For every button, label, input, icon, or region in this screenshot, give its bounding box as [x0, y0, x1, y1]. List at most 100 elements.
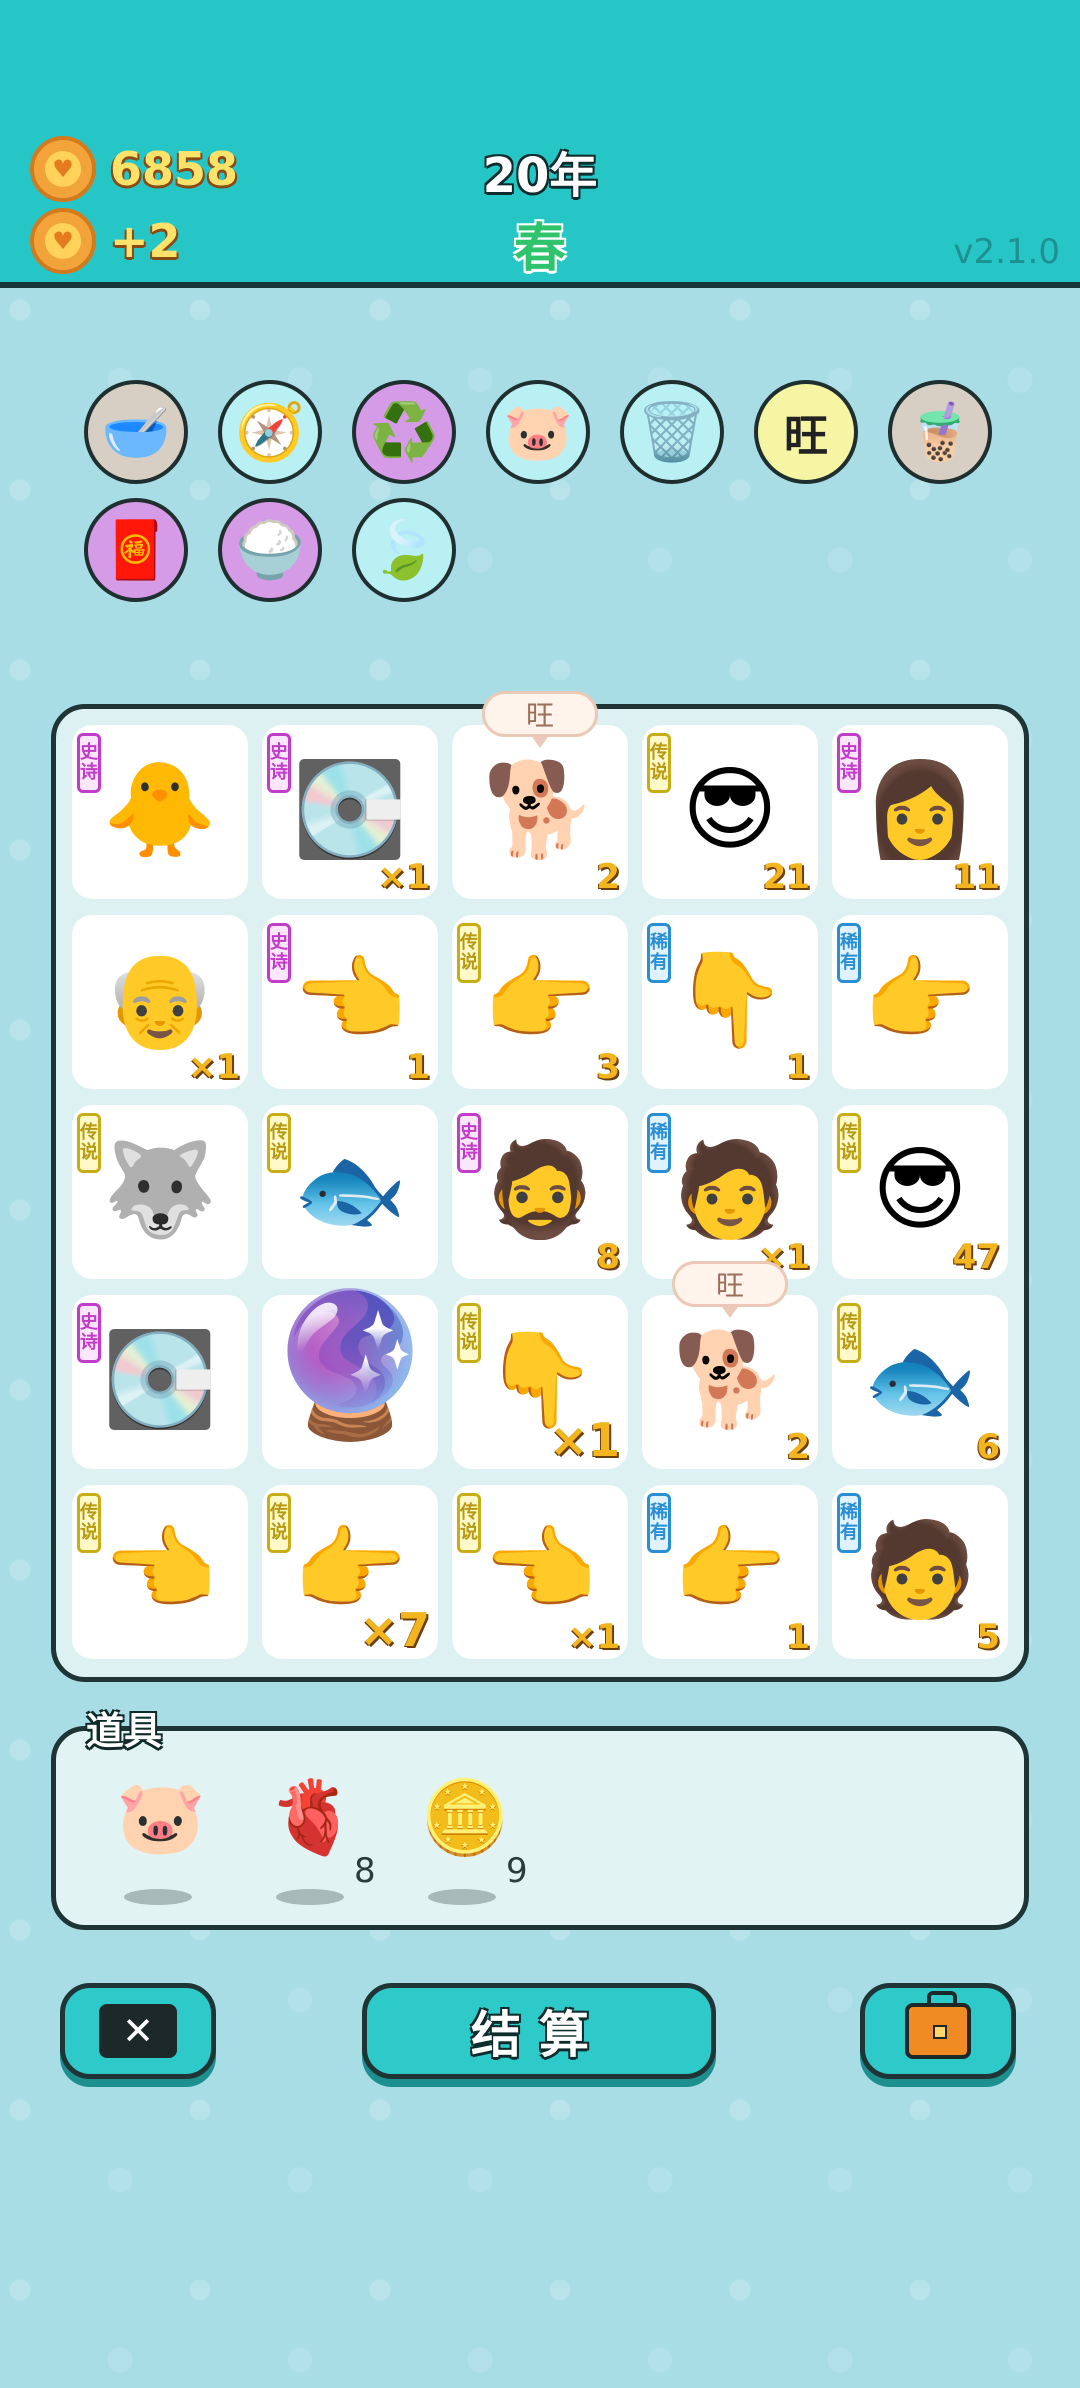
board-cell-yellow-hand-down[interactable]: 👇 传说 ×1	[452, 1295, 628, 1469]
cell-count: 8	[596, 1237, 620, 1277]
rarity-tag: 稀有	[837, 923, 861, 983]
red-envelope-icon[interactable]: 🧧	[84, 498, 188, 602]
cell-count: 21	[762, 857, 810, 897]
cell-count: 1	[786, 1047, 810, 1087]
cell-count: 1	[406, 1047, 430, 1087]
garbage-bag-icon[interactable]: 🗑️	[620, 380, 724, 484]
settle-label: 结算	[471, 2006, 607, 2064]
piggy-bank-icon: 🐷	[116, 1775, 206, 1859]
briefcase-icon	[905, 1991, 971, 2059]
close-icon: ✕	[99, 2004, 177, 2058]
cell-count: ×7	[359, 1603, 430, 1657]
wang-text-icon[interactable]: 旺	[754, 380, 858, 484]
rarity-tag: 传说	[457, 1303, 481, 1363]
items-panel: 🐷 🫀 8 🪙 9	[51, 1726, 1029, 1930]
cell-count: 6	[976, 1427, 1000, 1467]
recycle-icon[interactable]: ♻️	[352, 380, 456, 484]
rarity-tag: 史诗	[457, 1113, 481, 1173]
rarity-tag: 传说	[267, 1493, 291, 1553]
cell-count: ×1	[187, 1047, 240, 1087]
piggy-bank-item[interactable]: 🐷	[106, 1775, 216, 1905]
rice-bowl-icon[interactable]: 🍚	[218, 498, 322, 602]
rarity-tag: 稀有	[837, 1493, 861, 1553]
compass-icon[interactable]: 🧭	[218, 380, 322, 484]
backpack-button[interactable]	[860, 1983, 1016, 2079]
board-cell-bucket-hat-man-2[interactable]: 🧑 稀有 5	[832, 1485, 1008, 1659]
husky-dog-icon: 🐕	[482, 756, 598, 863]
cell-count: ×1	[567, 1617, 620, 1657]
board-cell-gacha-capsule[interactable]: 🔮	[262, 1295, 438, 1469]
piggy-bank-icon[interactable]: 🐷	[486, 380, 590, 484]
dollar-coin-icon: 🪙	[420, 1775, 510, 1859]
items-title: 道具	[86, 1709, 163, 1753]
board-cell-braided-girl[interactable]: 👩 史诗 11	[832, 725, 1008, 899]
rarity-tag: 史诗	[77, 1303, 101, 1363]
cell-count: 2	[786, 1427, 810, 1467]
board-cell-sunglasses-man-2[interactable]: 😎 传说 47	[832, 1105, 1008, 1279]
board-cell-yellow-hand-left[interactable]: 👈 传说	[72, 1485, 248, 1659]
cell-count: 5	[976, 1617, 1000, 1657]
bubble-tea-icon[interactable]: 🧋	[888, 380, 992, 484]
board-cell-graphics-card[interactable]: 💽 史诗 ×1	[262, 725, 438, 899]
slot-board: 🐥 史诗 💽 史诗 ×1 🐕 2 旺 😎 传说 21 👩 史诗 11 👴 ×1 👈 史诗 1 👉 传说 3 👇 稀有 1 👉 稀有 🐺…	[51, 691, 1029, 1682]
board-cell-husky-dog[interactable]: 🐕 2	[452, 725, 628, 899]
year-label: 20年	[482, 148, 598, 204]
board-cell-koi-fish[interactable]: 🐟 传说	[262, 1105, 438, 1279]
item-quantity: 9	[506, 1851, 528, 1891]
cell-count: 2	[596, 857, 620, 897]
rarity-tag: 史诗	[77, 733, 101, 793]
board-cell-bucket-hat-man[interactable]: 🧑 稀有 ×1	[642, 1105, 818, 1279]
leaf-icon[interactable]: 🍃	[352, 498, 456, 602]
board-cell-brown-hand-diag[interactable]: 👉 稀有 1	[642, 1485, 818, 1659]
rarity-tag: 史诗	[267, 923, 291, 983]
speech-bubble: 旺	[672, 1261, 788, 1318]
cell-count: ×1	[377, 857, 430, 897]
board-cell-chick-head[interactable]: 🐥 史诗	[72, 725, 248, 899]
rarity-tag: 传说	[837, 1303, 861, 1363]
rarity-tag: 史诗	[267, 733, 291, 793]
rarity-tag: 传说	[457, 923, 481, 983]
board-cell-koi-fish-2[interactable]: 🐟 传说 6	[832, 1295, 1008, 1469]
gacha-capsule-icon: 🔮	[262, 1284, 438, 1447]
item-quantity: 8	[354, 1851, 376, 1891]
cell-count: 47	[952, 1237, 1000, 1277]
board-cell-king-husky[interactable]: 🐺 传说	[72, 1105, 248, 1279]
board-cell-brown-hand-down[interactable]: 👇 稀有 1	[642, 915, 818, 1089]
rarity-tag: 传说	[837, 1113, 861, 1173]
rarity-tag: 传说	[77, 1113, 101, 1173]
rarity-tag: 稀有	[647, 1113, 671, 1173]
board-cell-yellow-hand-left-2[interactable]: 👈 传说 ×1	[452, 1485, 628, 1659]
cell-count: 11	[952, 857, 1000, 897]
board-cell-sunglasses-man[interactable]: 😎 传说 21	[642, 725, 818, 899]
board-cell-husky-dog-2[interactable]: 🐕 2	[642, 1295, 818, 1469]
board-cell-gray-hand-left[interactable]: 👈 史诗 1	[262, 915, 438, 1089]
item-shadow	[428, 1889, 496, 1905]
rarity-tag: 稀有	[647, 1493, 671, 1553]
rarity-tag: 传说	[77, 1493, 101, 1553]
item-shadow	[276, 1889, 344, 1905]
header-divider	[0, 282, 1080, 288]
rarity-tag: 史诗	[837, 733, 861, 793]
board-cell-yellow-hand-right[interactable]: 👉 传说 ×7	[262, 1485, 438, 1659]
cell-count: 3	[596, 1047, 620, 1087]
board-cell-graphics-card-2[interactable]: 💽 史诗	[72, 1295, 248, 1469]
board-cell-green-hat-man[interactable]: 🧔 史诗 8	[452, 1105, 628, 1279]
settle-button[interactable]: 结算	[362, 1983, 716, 2079]
dollar-coin-item[interactable]: 🪙 9	[410, 1775, 528, 1905]
cell-count: 1	[786, 1617, 810, 1657]
rarity-tag: 传说	[267, 1113, 291, 1173]
version-label: v2.1.0	[953, 232, 1060, 272]
dog-bowl-icon[interactable]: 🥣	[84, 380, 188, 484]
speech-bubble: 旺	[482, 691, 598, 748]
item-shadow	[124, 1889, 192, 1905]
liver-item[interactable]: 🫀 8	[258, 1775, 376, 1905]
board-cell-yellow-hand-point[interactable]: 👉 传说 3	[452, 915, 628, 1089]
season-label: 春	[513, 219, 566, 279]
close-button[interactable]: ✕	[60, 1983, 216, 2079]
board-cell-brown-hand-point[interactable]: 👉 稀有	[832, 915, 1008, 1089]
old-man-glasses-icon: 👴	[102, 946, 218, 1053]
board-cell-old-man-glasses[interactable]: 👴 ×1	[72, 915, 248, 1089]
cell-count: ×1	[549, 1413, 620, 1467]
rarity-tag: 传说	[647, 733, 671, 793]
liver-icon: 🫀	[268, 1775, 358, 1859]
